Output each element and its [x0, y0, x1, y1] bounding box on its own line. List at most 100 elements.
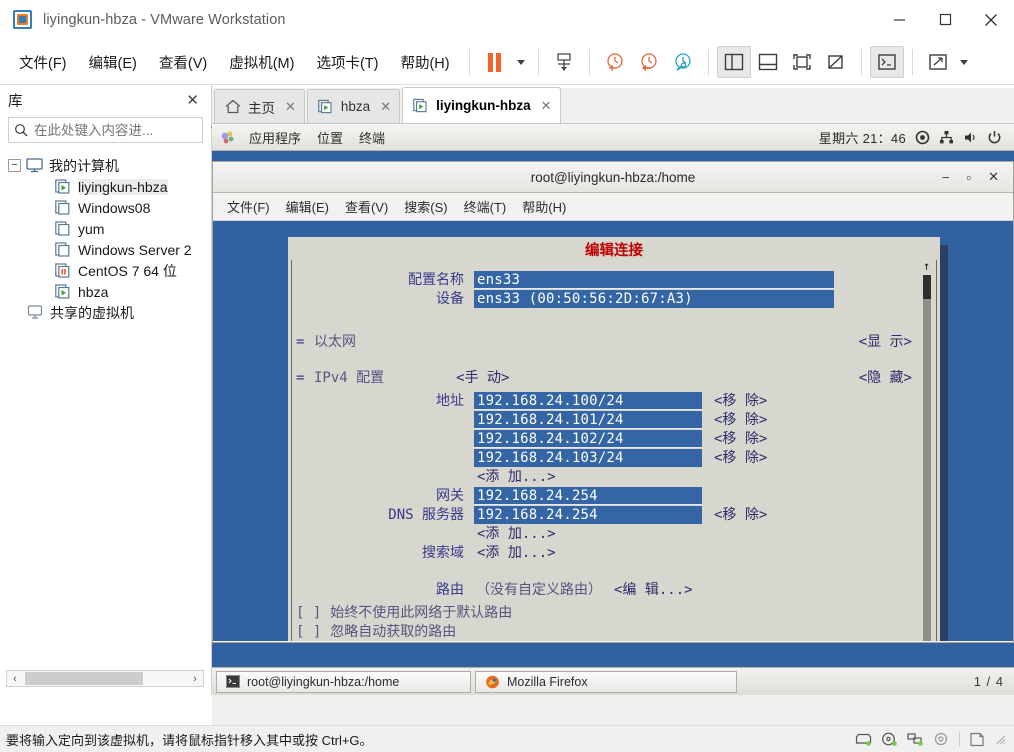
search-domain-add-button[interactable]: <添 加...> — [477, 544, 556, 563]
tab-close-icon[interactable]: ✕ — [380, 99, 391, 115]
scroll-right-arrow-icon[interactable]: › — [187, 673, 203, 685]
search-input[interactable] — [28, 122, 211, 138]
taskbar-item-terminal[interactable]: root@liyingkun-hbza:/home — [216, 670, 471, 693]
sidebar-item-shared-vms[interactable]: 共享的虚拟机 — [8, 302, 211, 323]
sidebar-item-liyingkun-hbza[interactable]: liyingkun-hbza — [8, 176, 211, 197]
tab-hbza[interactable]: hbza ✕ — [306, 89, 401, 123]
ethernet-expander-icon[interactable]: = — [296, 333, 308, 352]
address-input[interactable]: 192.168.24.100/24 — [474, 392, 702, 410]
dns-add-button[interactable]: <添 加...> — [477, 525, 556, 544]
stretch-button[interactable] — [921, 46, 955, 78]
menu-vm[interactable]: 虚拟机(M) — [218, 48, 305, 77]
stretch-dropdown[interactable] — [955, 46, 973, 78]
ipv4-expander-icon[interactable]: = — [296, 369, 308, 388]
menu-help[interactable]: 帮助(H) — [389, 48, 460, 77]
network-icon[interactable] — [939, 130, 954, 145]
scrollbar-thumb[interactable] — [923, 275, 931, 299]
collapse-expander-icon[interactable]: − — [8, 159, 21, 172]
tab-close-icon[interactable]: ✕ — [541, 98, 552, 114]
gateway-input[interactable]: 192.168.24.254 — [474, 487, 702, 505]
revert-snapshot-button[interactable] — [632, 46, 666, 78]
close-button[interactable] — [968, 0, 1014, 40]
taskbar-item-firefox[interactable]: Mozilla Firefox — [475, 670, 737, 693]
address-remove-button[interactable]: <移 除> — [714, 411, 767, 430]
harddisk-icon[interactable] — [855, 732, 872, 747]
address-input[interactable]: 192.168.24.102/24 — [474, 430, 702, 448]
menu-tabs[interactable]: 选项卡(T) — [305, 48, 389, 77]
scrollbar-thumb[interactable] — [25, 672, 143, 685]
terminal-menu-edit[interactable]: 编辑(E) — [281, 195, 334, 218]
scroll-left-arrow-icon[interactable]: ‹ — [7, 673, 23, 685]
terminal-close-button[interactable]: ✕ — [988, 169, 999, 185]
terminal-maximize-button[interactable]: ▫ — [966, 170, 971, 185]
workspace-indicator[interactable]: 1 / 4 — [974, 674, 1010, 689]
profile-name-input[interactable]: ens33 — [474, 271, 834, 289]
menu-view[interactable]: 查看(V) — [148, 48, 218, 77]
menu-file[interactable]: 文件(F) — [8, 48, 78, 77]
tab-home[interactable]: 主页 ✕ — [214, 89, 305, 123]
terminal-menu-file[interactable]: 文件(F) — [222, 195, 275, 218]
snapshot-button[interactable] — [547, 46, 581, 78]
ipv4-method-select[interactable]: <手 动> — [456, 369, 509, 388]
take-snapshot-button[interactable] — [598, 46, 632, 78]
console-view-button[interactable] — [869, 46, 904, 78]
sidebar-item-hbza[interactable]: hbza — [8, 281, 211, 302]
tree-root-my-computer[interactable]: − 我的计算机 — [8, 155, 211, 176]
sidebar-item-windows-server[interactable]: Windows Server 2 — [8, 239, 211, 260]
volume-icon[interactable] — [963, 130, 978, 145]
sidebar-item-windows08[interactable]: Windows08 — [8, 197, 211, 218]
gnome-desktop[interactable]: root@liyingkun-hbza:/home − ▫ ✕ 文件(F) 编辑… — [212, 151, 1014, 667]
menu-edit[interactable]: 编辑(E) — [78, 48, 148, 77]
terminal-menu-terminal[interactable]: 终端(T) — [459, 195, 512, 218]
record-icon[interactable] — [915, 130, 930, 145]
ignore-auto-routes-checkbox[interactable]: [ ] — [296, 623, 321, 641]
usb-icon[interactable] — [933, 732, 950, 747]
library-close-button[interactable]: ✕ — [182, 91, 203, 109]
ethernet-show-button[interactable]: <显 示> — [859, 333, 912, 352]
unity-button[interactable] — [819, 46, 853, 78]
address-input[interactable]: 192.168.24.103/24 — [474, 449, 702, 467]
dialog-scrollbar[interactable]: ↑ ↕ — [920, 259, 934, 641]
suspend-button[interactable] — [478, 46, 512, 78]
gnome-clock[interactable]: 星期六 21：46 — [819, 128, 906, 147]
gnome-terminal-menu[interactable]: 终端 — [351, 127, 393, 148]
sidebar-item-centos7[interactable]: CentOS 7 64 位 — [8, 260, 211, 281]
vm-console[interactable]: 应用程序 位置 终端 星期六 21：46 root@liyingkun-hbza… — [212, 124, 1014, 695]
library-search[interactable] — [8, 117, 221, 143]
never-default-route-checkbox[interactable]: [ ] — [296, 604, 321, 623]
show-library-button[interactable] — [716, 46, 751, 78]
tab-close-icon[interactable]: ✕ — [285, 99, 296, 115]
resize-grip-icon[interactable] — [994, 733, 1006, 745]
dns-input[interactable]: 192.168.24.254 — [474, 506, 702, 524]
power-dropdown[interactable] — [512, 46, 530, 78]
device-input[interactable]: ens33 (00:50:56:2D:67:A3) — [474, 290, 834, 308]
power-icon[interactable] — [987, 130, 1002, 145]
terminal-minimize-button[interactable]: − — [942, 170, 950, 185]
terminal-menu-view[interactable]: 查看(V) — [340, 195, 393, 218]
full-screen-button[interactable] — [785, 46, 819, 78]
gnome-places-menu[interactable]: 位置 — [309, 127, 351, 148]
gnome-applications-menu[interactable]: 应用程序 — [241, 127, 309, 148]
cd-icon[interactable] — [881, 732, 898, 747]
address-remove-button[interactable]: <移 除> — [714, 392, 767, 411]
address-add-button[interactable]: <添 加...> — [474, 468, 767, 487]
tab-liyingkun-hbza[interactable]: liyingkun-hbza ✕ — [402, 87, 561, 123]
minimize-button[interactable] — [876, 0, 922, 40]
ipv4-hide-button[interactable]: <隐 藏> — [859, 369, 912, 388]
terminal-content[interactable]: 编辑连接 配置名称 ens33 设备 ens33 (00:50:56:2D:67… — [213, 221, 1013, 641]
scroll-up-arrow-icon[interactable]: ↑ — [923, 259, 930, 273]
show-thumbnail-bar-button[interactable] — [751, 46, 785, 78]
dns-remove-button[interactable]: <移 除> — [714, 506, 767, 525]
terminal-menu-help[interactable]: 帮助(H) — [517, 195, 571, 218]
manage-snapshots-button[interactable] — [666, 46, 700, 78]
address-remove-button[interactable]: <移 除> — [714, 449, 767, 468]
library-horizontal-scrollbar[interactable]: ‹ › — [6, 670, 204, 687]
address-input[interactable]: 192.168.24.101/24 — [474, 411, 702, 429]
sidebar-item-yum[interactable]: yum — [8, 218, 211, 239]
printer-icon[interactable] — [969, 732, 985, 747]
address-remove-button[interactable]: <移 除> — [714, 430, 767, 449]
scrollbar-track[interactable] — [923, 275, 931, 641]
maximize-button[interactable] — [922, 0, 968, 40]
routing-edit-button[interactable]: <编 辑...> — [614, 581, 693, 600]
terminal-menu-search[interactable]: 搜索(S) — [399, 195, 452, 218]
